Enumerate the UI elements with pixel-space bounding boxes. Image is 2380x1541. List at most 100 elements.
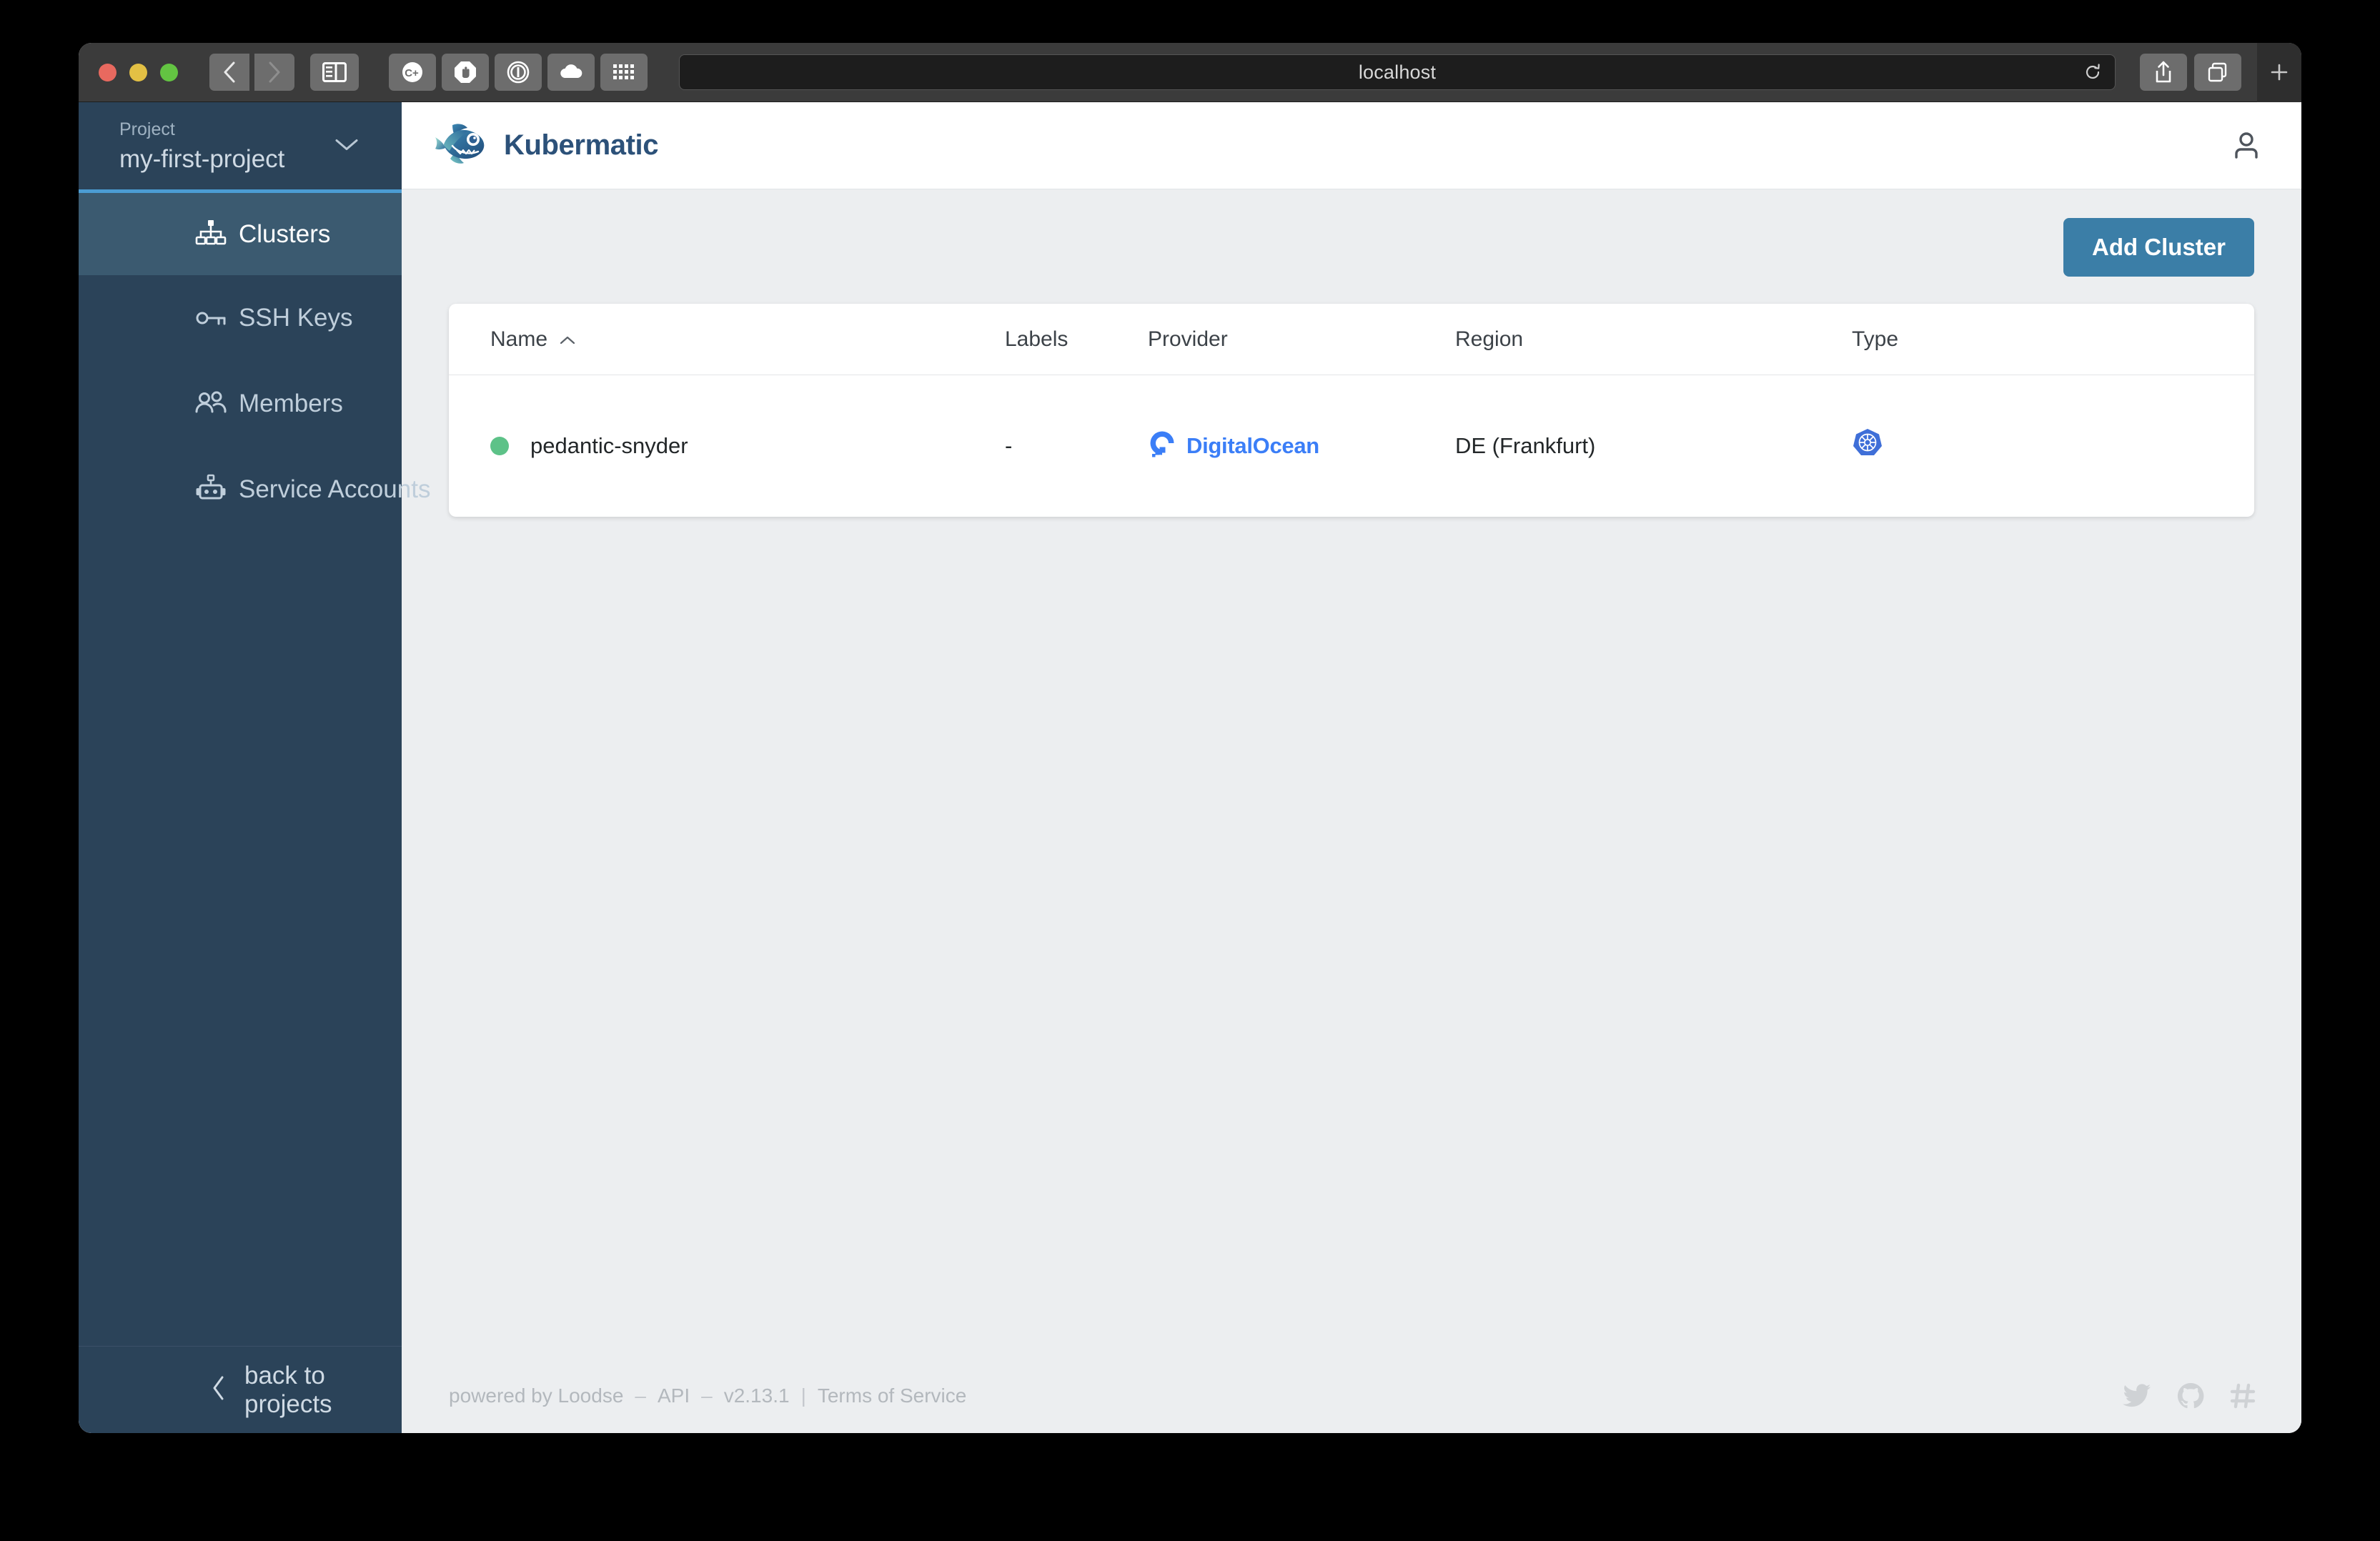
cluster-name-text: pedantic-snyder (530, 433, 688, 458)
kubernetes-glyph (1853, 429, 1882, 455)
browser-window: C+ localhost Project my-first-project Cl… (79, 43, 2301, 1433)
cell-type (1852, 427, 2254, 465)
version-label: v2.13.1 (723, 1384, 790, 1407)
tab-overview-icon (2208, 62, 2227, 82)
apps-grid-icon[interactable] (600, 54, 648, 91)
maximize-button[interactable] (160, 63, 178, 81)
chevron-down-icon[interactable] (334, 138, 359, 156)
column-header-provider: Provider (1148, 327, 1228, 351)
user-menu-button[interactable] (2231, 130, 2262, 162)
table-row[interactable]: pedantic-snyder - DigitalOcean DE (Frank… (449, 375, 2254, 517)
members-glyph (195, 391, 227, 413)
back-to-projects-button[interactable]: back to projects (79, 1346, 402, 1433)
chevron-left-glyph (213, 1376, 224, 1400)
add-cluster-button[interactable]: Add Cluster (2063, 218, 2254, 277)
tab-overview-button[interactable] (2194, 54, 2241, 91)
clusters-icon (194, 218, 227, 251)
provider-name-text: DigitalOcean (1186, 433, 1319, 458)
digitalocean-icon (1148, 429, 1176, 463)
github-glyph (2177, 1382, 2204, 1409)
twitter-icon[interactable] (2123, 1384, 2151, 1408)
reload-icon[interactable] (2083, 63, 2102, 81)
column-header-labels: Labels (1005, 327, 1068, 351)
sidebar-icon (322, 62, 347, 82)
footer-dash-2: – (701, 1384, 713, 1407)
sidebar-item-clusters[interactable]: Clusters (79, 189, 402, 275)
cell-provider: DigitalOcean (1148, 429, 1455, 463)
footer-dash-1: – (635, 1384, 646, 1407)
adblock-hand-icon[interactable] (442, 54, 489, 91)
column-header-label: Name (490, 327, 548, 351)
chevron-left-icon (224, 61, 235, 83)
cookie-plus-icon[interactable]: C+ (389, 54, 436, 91)
cluster-list-card: Name Labels Provider Region Type pedanti… (449, 304, 2254, 517)
cell-labels: - (1005, 433, 1013, 458)
sidebar-item-label: Clusters (239, 219, 331, 248)
robot-glyph (196, 474, 226, 500)
minimize-button[interactable] (129, 63, 147, 81)
sidebar-item-label: Service Accounts (239, 475, 431, 503)
content-area: Kubermatic Add Cluster Name Labels Provi… (402, 102, 2301, 1433)
footer-meta: powered by Loodse – API – v2.13.1 | Term… (449, 1384, 966, 1407)
new-tab-button[interactable] (2257, 43, 2301, 102)
column-header-name[interactable]: Name (490, 327, 1005, 352)
forward-button[interactable] (254, 54, 294, 91)
project-label: Project (119, 119, 175, 139)
plus-icon (2271, 64, 2288, 81)
footer-pipe: | (800, 1384, 806, 1407)
terms-of-service-link[interactable]: Terms of Service (818, 1384, 967, 1407)
fish-logo-glyph (435, 124, 485, 164)
sort-ascending-icon (559, 327, 576, 352)
project-name: my-first-project (119, 145, 285, 173)
content-toolbar: Add Cluster (449, 218, 2254, 277)
address-text: localhost (1358, 61, 1437, 83)
key-icon (194, 302, 227, 335)
browser-toolbar: C+ localhost (79, 43, 2301, 102)
app-footer: powered by Loodse – API – v2.13.1 | Term… (402, 1359, 2301, 1433)
back-to-projects-label: back to projects (244, 1361, 332, 1418)
svg-text:C+: C+ (405, 67, 419, 79)
project-selector[interactable]: Project my-first-project (79, 102, 402, 189)
digitalocean-glyph (1150, 431, 1174, 457)
onepassword-glyph (507, 61, 530, 84)
address-bar[interactable]: localhost (679, 54, 2116, 90)
chevron-up-glyph (560, 336, 575, 344)
sidebar-item-members[interactable]: Members (79, 361, 402, 447)
api-label: API (657, 1384, 690, 1407)
share-button[interactable] (2140, 54, 2187, 91)
cell-region: DE (Frankfurt) (1455, 433, 1596, 458)
cookie-plus-glyph: C+ (402, 62, 422, 82)
browser-extensions: C+ (389, 54, 648, 91)
address-bar-wrapper: localhost (679, 54, 2116, 90)
sidebar-item-ssh-keys[interactable]: SSH Keys (79, 275, 402, 361)
table-body: pedantic-snyder - DigitalOcean DE (Frank… (449, 375, 2254, 517)
slack-icon[interactable] (2230, 1383, 2256, 1409)
table-header: Name Labels Provider Region Type (449, 304, 2254, 375)
column-header-region: Region (1455, 327, 1524, 351)
chevron-left-icon (211, 1375, 227, 1404)
chevron-right-icon (269, 61, 280, 83)
key-glyph (196, 312, 226, 325)
sidebar-toggle-button[interactable] (310, 54, 359, 91)
share-icon (2156, 61, 2171, 83)
close-button[interactable] (99, 63, 116, 81)
kubernetes-icon (1852, 427, 1883, 465)
navigation-buttons (209, 54, 294, 91)
apps-grid-glyph (613, 64, 634, 79)
powered-by-label: powered by Loodse (449, 1384, 624, 1407)
github-icon[interactable] (2177, 1382, 2204, 1409)
status-indicator-running (490, 437, 509, 455)
back-button[interactable] (209, 54, 249, 91)
main-content: Add Cluster Name Labels Provider Region … (402, 189, 2301, 1359)
sidebar-nav: Clusters SSH Keys Members Service Accoun… (79, 189, 430, 1346)
cloud-icon[interactable] (547, 54, 595, 91)
slack-hash-glyph (2230, 1383, 2256, 1409)
sidebar-toggle-group (310, 54, 359, 91)
twitter-glyph (2123, 1384, 2151, 1407)
reload-glyph (2086, 64, 2100, 79)
sidebar-item-service-accounts[interactable]: Service Accounts (79, 447, 430, 532)
onepassword-icon[interactable] (495, 54, 542, 91)
cloud-glyph (560, 64, 582, 78)
app-header: Kubermatic (402, 102, 2301, 189)
brand-name: Kubermatic (504, 129, 659, 161)
